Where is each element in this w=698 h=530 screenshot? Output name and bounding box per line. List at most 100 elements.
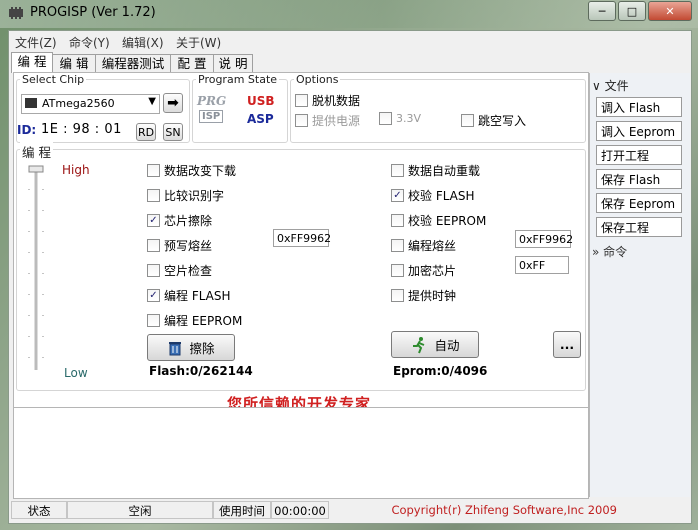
client-area: 文件(Z) 命令(Y) 编辑(X) 关于(W) 编 程 编 辑 编程器测试 配 … xyxy=(8,30,692,524)
right-option-checkbox[interactable]: 数据自动重载 xyxy=(391,162,480,179)
right-option-label: 数据自动重载 xyxy=(408,164,481,178)
supply-power-label: 提供电源 xyxy=(312,114,361,128)
asp-indicator: ASP xyxy=(247,112,274,126)
prg-indicator: PRG xyxy=(197,94,227,108)
left-option-label: 编程 FLASH xyxy=(164,289,231,303)
left-option-checkbox[interactable]: 预写熔丝 xyxy=(147,237,212,254)
copyright: Copyright(r) Zhifeng Software,Inc 2009 xyxy=(391,503,617,517)
checkbox-box xyxy=(147,239,160,252)
eprom-info: Eprom:0/4096 xyxy=(393,364,488,378)
speed-high-label: High xyxy=(62,163,90,177)
side-file-label: 文件 xyxy=(604,79,629,93)
tab-help[interactable]: 说 明 xyxy=(213,54,253,72)
main-window: PROGISP (Ver 1.72) ─ □ ✕ 文件(Z) 命令(Y) 编辑(… xyxy=(0,0,698,530)
options-label: Options xyxy=(294,73,341,86)
tab-programmer-test[interactable]: 编程器测试 xyxy=(95,54,171,72)
menu-edit[interactable]: 编辑(X) xyxy=(122,34,164,51)
left-option-checkbox[interactable]: 比较识别字 xyxy=(147,187,224,204)
maximize-button[interactable]: □ xyxy=(618,1,646,21)
checkbox-box xyxy=(391,214,404,227)
title-bar: PROGISP (Ver 1.72) ─ □ ✕ xyxy=(0,0,698,28)
side-button-2[interactable]: 打开工程 xyxy=(596,145,682,165)
v33-checkbox[interactable]: 3.3V xyxy=(379,112,421,125)
chip-select-value: ATmega2560 xyxy=(42,97,115,110)
right-option-label: 校验 FLASH xyxy=(408,189,475,203)
side-command-header[interactable]: » 命令 xyxy=(592,243,627,260)
trash-icon xyxy=(169,341,182,355)
chip-select[interactable]: ATmega2560 ▼ xyxy=(21,94,160,114)
program-panel: Select Chip ATmega2560 ▼ ➡ ID: 1E : 98 :… xyxy=(13,72,589,424)
side-file-header[interactable]: ∨ 文件 xyxy=(592,77,629,94)
time-label: 使用时间 xyxy=(213,501,271,519)
left-option-checkbox[interactable]: ✓ 芯片擦除 xyxy=(147,212,212,229)
supply-power-checkbox[interactable]: 提供电源 xyxy=(295,112,360,129)
offline-data-checkbox[interactable]: 脱机数据 xyxy=(295,92,360,109)
left-option-checkbox[interactable]: 编程 EEPROM xyxy=(147,312,242,329)
checkbox-box xyxy=(147,189,160,202)
jump-empty-write-checkbox[interactable]: 跳空写入 xyxy=(461,112,526,129)
id-label: ID: xyxy=(17,123,37,137)
chip-icon xyxy=(25,98,37,108)
minimize-button[interactable]: ─ xyxy=(588,1,616,21)
right-option-checkbox[interactable]: 提供时钟 xyxy=(391,287,456,304)
side-button-5[interactable]: 保存工程 xyxy=(596,217,682,237)
tab-config[interactable]: 配 置 xyxy=(170,54,214,72)
close-icon: ✕ xyxy=(665,4,675,18)
speed-slider[interactable] xyxy=(25,164,47,376)
select-chip-label: Select Chip xyxy=(20,73,87,86)
fuse-value[interactable]: 0xFF9962 xyxy=(515,230,573,248)
status-label: 状态 xyxy=(11,501,67,519)
right-option-label: 提供时钟 xyxy=(408,289,457,303)
left-option-checkbox[interactable]: 空片检查 xyxy=(147,262,212,279)
serial-number-button[interactable]: SN xyxy=(163,123,183,141)
erase-button[interactable]: 擦除 xyxy=(147,334,235,361)
program-group-label: 编 程 xyxy=(20,142,53,161)
menu-bar: 文件(Z) 命令(Y) 编辑(X) 关于(W) xyxy=(9,31,589,51)
lock-value[interactable]: 0xFF xyxy=(515,256,569,274)
check-icon: ✓ xyxy=(147,214,160,227)
right-option-checkbox[interactable]: 校验 EEPROM xyxy=(391,212,486,229)
program-group: 编 程 High Low 0xFF9962 0xFF9962 0xFF 擦除 自… xyxy=(16,142,586,391)
right-option-checkbox[interactable]: ✓ 校验 FLASH xyxy=(391,187,475,204)
time-value: 00:00:00 xyxy=(271,501,329,519)
tab-edit[interactable]: 编 辑 xyxy=(52,54,96,72)
tab-program[interactable]: 编 程 xyxy=(11,52,53,73)
more-button[interactable]: ... xyxy=(553,331,581,358)
auto-button[interactable]: 自动 xyxy=(391,331,479,358)
apply-chip-button[interactable]: ➡ xyxy=(163,93,183,113)
left-option-checkbox[interactable]: ✓ 编程 FLASH xyxy=(147,287,231,304)
menu-about[interactable]: 关于(W) xyxy=(176,34,221,51)
status-bar: 状态 空闲 使用时间 00:00:00 Copyright(r) Zhifeng… xyxy=(9,499,691,521)
v33-label: 3.3V xyxy=(396,112,422,125)
left-option-checkbox[interactable]: 数据改变下载 xyxy=(147,162,236,179)
right-option-checkbox[interactable]: 编程熔丝 xyxy=(391,237,456,254)
isp-indicator: ISP xyxy=(199,110,224,123)
program-state-label: Program State xyxy=(196,73,280,86)
speed-low-label: Low xyxy=(64,366,88,380)
options-group: Options 脱机数据 提供电源 3.3V 跳空写入 xyxy=(290,73,586,143)
left-option-label: 预写熔丝 xyxy=(164,239,213,253)
right-option-label: 加密芯片 xyxy=(408,264,457,278)
checkbox-box xyxy=(379,112,392,125)
read-id-button[interactable]: RD xyxy=(136,123,156,141)
side-button-1[interactable]: 调入 Eeprom xyxy=(596,121,682,141)
status-value: 空闲 xyxy=(67,501,213,519)
menu-file[interactable]: 文件(Z) xyxy=(15,34,57,51)
close-button[interactable]: ✕ xyxy=(648,1,692,21)
chevron-down-icon: ▼ xyxy=(148,96,156,107)
side-button-4[interactable]: 保存 Eeprom xyxy=(596,193,682,213)
app-icon xyxy=(9,7,23,19)
chevron-right-icon: » xyxy=(592,245,604,259)
prewrite-fuse-value[interactable]: 0xFF9962 xyxy=(273,229,331,247)
checkbox-box xyxy=(391,164,404,177)
menu-command[interactable]: 命令(Y) xyxy=(69,34,110,51)
side-button-0[interactable]: 调入 Flash xyxy=(596,97,682,117)
checkbox-box xyxy=(147,164,160,177)
chip-id-value: 1E : 98 : 01 xyxy=(41,122,122,137)
right-option-checkbox[interactable]: 加密芯片 xyxy=(391,262,456,279)
offline-data-label: 脱机数据 xyxy=(312,94,361,108)
side-button-3[interactable]: 保存 Flash xyxy=(596,169,682,189)
checkbox-box xyxy=(147,264,160,277)
select-chip-group: Select Chip ATmega2560 ▼ ➡ ID: 1E : 98 :… xyxy=(16,73,190,143)
checkbox-box xyxy=(295,114,308,127)
